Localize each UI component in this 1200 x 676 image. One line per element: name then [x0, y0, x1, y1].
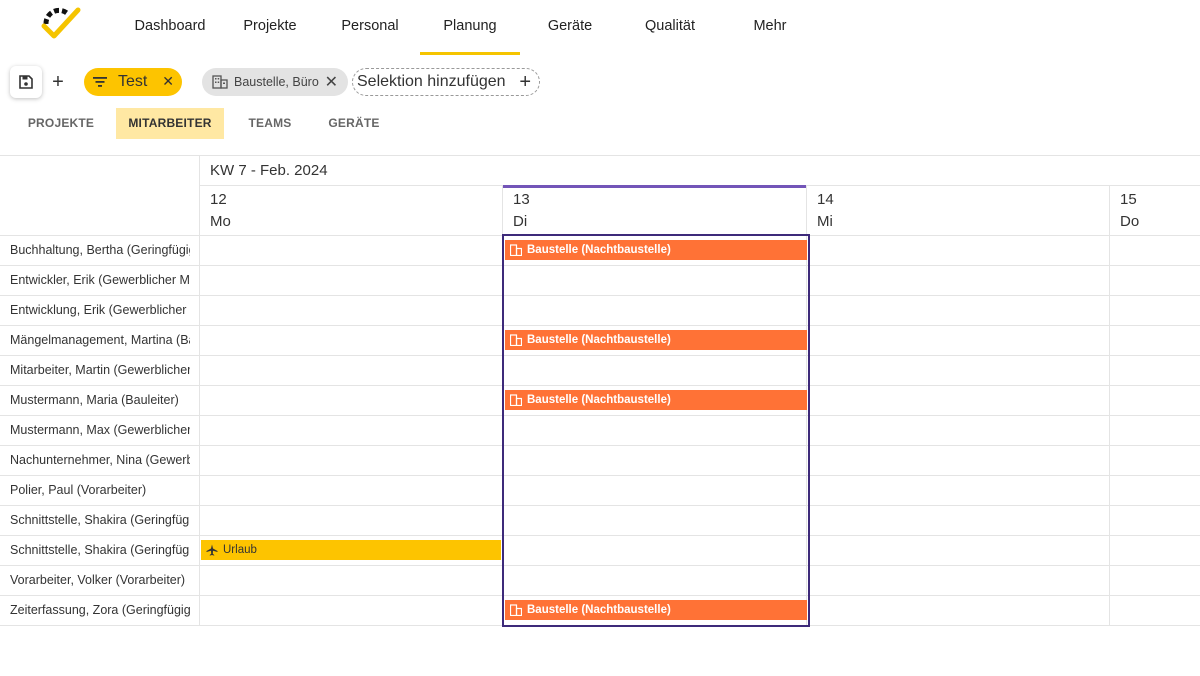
day-header-mi[interactable]: 14 Mi — [817, 189, 834, 233]
add-selection-chip[interactable]: Selektion hinzufügen + — [352, 68, 540, 96]
tab-mitarbeiter[interactable]: MITARBEITER — [116, 108, 224, 139]
nav-dashboard[interactable]: Dashboard — [120, 0, 220, 54]
saved-filter-chip[interactable]: Test ✕ — [84, 68, 182, 96]
saved-filter-label: Test — [118, 73, 148, 90]
add-selection-label: Selektion hinzufügen — [357, 73, 506, 90]
employee-row-label[interactable]: Zeiterfassung, Zora (Geringfügig Beschäf… — [10, 595, 190, 625]
building-icon — [212, 75, 228, 89]
day-header-mo[interactable]: 12 Mo — [210, 189, 231, 233]
selected-day-column[interactable] — [502, 234, 810, 627]
employee-row-label[interactable]: Mustermann, Max (Gewerblicher Mitarbeite… — [10, 415, 190, 445]
event-label: Urlaub — [223, 544, 257, 556]
day-number: 13 — [513, 191, 530, 208]
employee-row-label[interactable]: Schnittstelle, Shakira (Geringfügig Besc… — [10, 505, 190, 535]
airplane-icon — [206, 544, 218, 556]
close-icon[interactable]: ✕ — [162, 73, 174, 90]
day-header-do[interactable]: 15 Do — [1120, 189, 1139, 233]
event-urlaub[interactable]: Urlaub — [201, 540, 501, 560]
location-filter-chip[interactable]: Baustelle, Büro ✕ — [202, 68, 348, 96]
resource-tabs: PROJEKTE MITARBEITER TEAMS GERÄTE — [0, 108, 1200, 140]
day-number: 14 — [817, 191, 834, 208]
employee-row-label[interactable]: Buchhaltung, Bertha (Geringfügig Beschäf… — [10, 235, 190, 265]
nav-personal[interactable]: Personal — [320, 0, 420, 54]
plus-icon: + — [519, 71, 531, 93]
day-number: 15 — [1120, 191, 1137, 208]
tab-teams[interactable]: TEAMS — [234, 108, 306, 139]
employee-row-label[interactable]: Mängelmanagement, Martina (Bauleiter) — [10, 325, 190, 355]
tab-geraete[interactable]: GERÄTE — [318, 108, 390, 139]
week-label: KW 7 - Feb. 2024 — [210, 162, 328, 179]
planning-calendar: KW 7 - Feb. 2024 12 Mo 13 Di 14 Mi 15 Do… — [0, 155, 1200, 627]
nav-planung[interactable]: Planung — [420, 0, 520, 55]
save-icon — [19, 75, 33, 89]
nav-projekte[interactable]: Projekte — [220, 0, 320, 54]
employee-row-label[interactable]: Entwickler, Erik (Gewerblicher Mitarbeit… — [10, 265, 190, 295]
app-logo-icon[interactable] — [38, 6, 82, 40]
day-name: Mi — [817, 213, 833, 230]
employee-row-label[interactable]: Entwicklung, Erik (Gewerblicher Mitarbei… — [10, 295, 190, 325]
nav-mehr[interactable]: Mehr — [720, 0, 820, 54]
save-view-button[interactable] — [10, 66, 42, 98]
day-name: Do — [1120, 213, 1140, 230]
location-filter-label: Baustelle, Büro — [234, 75, 319, 89]
plus-icon: + — [52, 71, 64, 93]
add-view-button[interactable]: + — [48, 68, 68, 96]
grid-line — [0, 155, 1200, 156]
employee-row-label[interactable]: Polier, Paul (Vorarbeiter) — [10, 475, 190, 505]
today-indicator — [503, 185, 806, 188]
top-navigation: Dashboard Projekte Personal Planung Gerä… — [0, 0, 1200, 56]
day-name: Mo — [210, 213, 231, 230]
employee-row-label[interactable]: Nachunternehmer, Nina (Gewerblicher Mita… — [10, 445, 190, 475]
employee-row-label[interactable]: Schnittstelle, Shakira (Geringfügig Besc… — [10, 535, 190, 565]
grid-line — [199, 155, 200, 626]
nav-qualitaet[interactable]: Qualität — [620, 0, 720, 54]
filter-icon — [93, 77, 107, 87]
grid-line — [1109, 185, 1110, 626]
day-number: 12 — [210, 191, 227, 208]
day-name: Di — [513, 213, 528, 230]
employee-row-label[interactable]: Vorarbeiter, Volker (Vorarbeiter) — [10, 565, 190, 595]
employee-row-label[interactable]: Mustermann, Maria (Bauleiter) — [10, 385, 190, 415]
filter-toolbar: + Test ✕ Baustelle, Büro ✕ Selektion hin… — [0, 64, 1200, 100]
close-icon[interactable]: ✕ — [325, 72, 338, 92]
nav-geraete[interactable]: Geräte — [520, 0, 620, 54]
tab-projekte[interactable]: PROJEKTE — [16, 108, 106, 139]
employee-row-label[interactable]: Mitarbeiter, Martin (Gewerblicher Mitarb… — [10, 355, 190, 385]
day-header-di[interactable]: 13 Di — [513, 189, 530, 233]
